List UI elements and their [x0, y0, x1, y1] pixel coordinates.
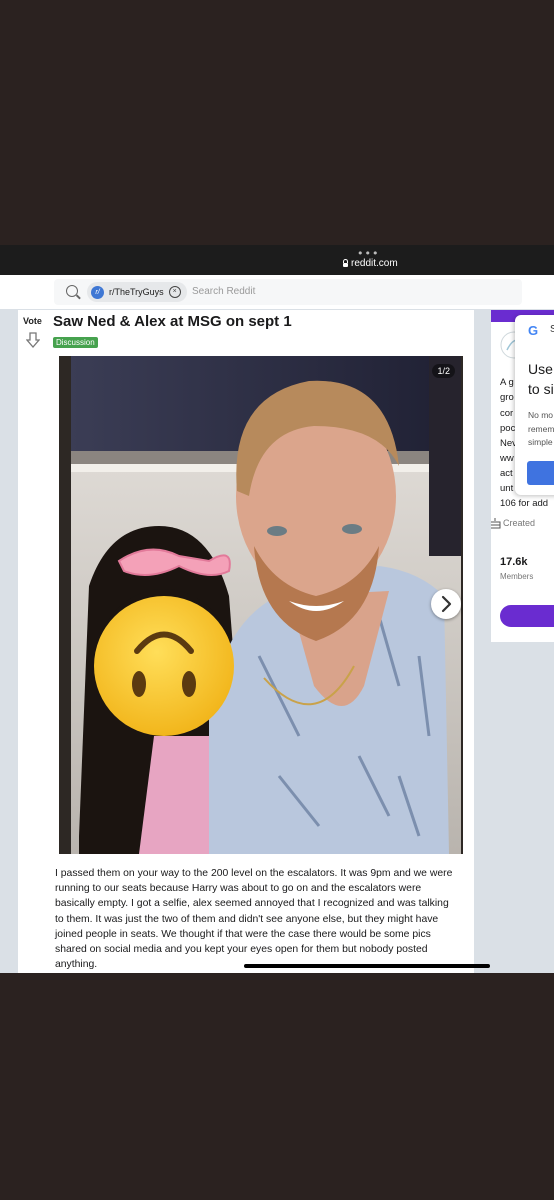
lock-icon: [343, 258, 348, 267]
members-count: 17.6k: [500, 556, 528, 568]
header: r/ r/TheTryGuys × Search Reddit: [0, 275, 554, 309]
reddit-page: r/ r/TheTryGuys × Search Reddit Vote Saw…: [0, 275, 554, 973]
post-image-gallery[interactable]: 1/2: [59, 356, 463, 854]
about-line: A g: [500, 377, 514, 388]
post-flair[interactable]: Discussion: [53, 337, 98, 348]
about-line: act: [500, 468, 513, 479]
members-label: Members: [500, 572, 534, 581]
popup-title: Use to si: [528, 359, 554, 399]
join-button[interactable]: [500, 605, 554, 627]
selfie-photo: [59, 356, 463, 854]
about-line: poc: [500, 423, 516, 434]
created-label: Created: [503, 518, 536, 528]
home-indicator[interactable]: [244, 964, 490, 968]
close-icon[interactable]: ×: [168, 286, 181, 298]
search-input[interactable]: Search Reddit: [192, 286, 255, 297]
image-counter: 1/2: [432, 364, 455, 378]
subreddit-chip[interactable]: r/ r/TheTryGuys ×: [87, 282, 187, 302]
popup-body: No mo remem simple: [528, 409, 554, 450]
search-icon: [66, 285, 78, 297]
vote-label: Vote: [23, 316, 42, 326]
about-line: unt: [500, 483, 514, 494]
about-line: 106 for add: [500, 498, 549, 509]
popup-header-text: S: [550, 324, 554, 335]
about-line: cor: [500, 408, 514, 419]
popup-body-line: No mo: [528, 410, 554, 420]
cake-icon: [491, 518, 501, 529]
next-image-button[interactable]: [431, 589, 461, 619]
subreddit-icon: r/: [91, 285, 104, 299]
url-text: reddit.com: [351, 258, 398, 269]
google-signin-popup: G S Use to si No mo remem simple: [515, 315, 554, 495]
post-body: I passed them on your way to the 200 lev…: [55, 868, 453, 971]
url-display[interactable]: reddit.com: [343, 258, 398, 269]
google-logo: G: [528, 323, 539, 338]
post-card: Vote Saw Ned & Alex at MSG on sept 1 Dis…: [18, 310, 474, 973]
search-bar[interactable]: r/ r/TheTryGuys × Search Reddit: [54, 279, 522, 305]
subreddit-chip-label: r/TheTryGuys: [109, 287, 164, 297]
downvote-icon[interactable]: [26, 332, 40, 348]
chevron-right-icon: [441, 595, 452, 613]
browser-address-bar: ••• reddit.com: [0, 245, 554, 275]
about-line: gro: [500, 392, 514, 403]
popup-title-line: Use: [528, 361, 553, 377]
popup-body-line: simple: [528, 437, 553, 447]
popup-body-line: remem: [528, 423, 554, 434]
continue-button[interactable]: [527, 461, 554, 485]
about-line: ww: [500, 453, 514, 464]
popup-title-line: to si: [528, 381, 554, 397]
post-title[interactable]: Saw Ned & Alex at MSG on sept 1: [53, 313, 292, 330]
